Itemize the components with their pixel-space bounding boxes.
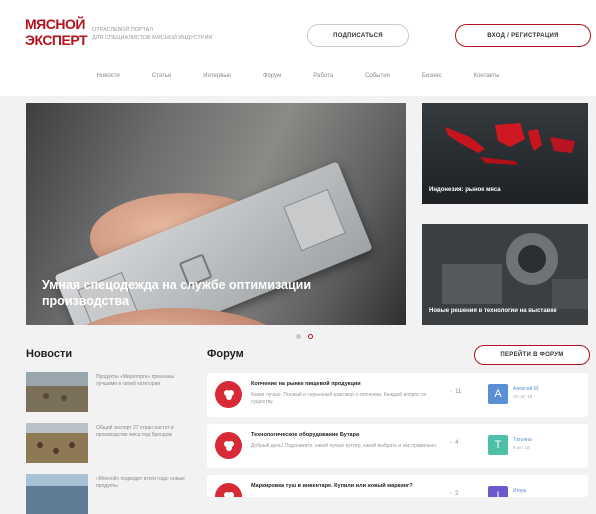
nav-item-articles[interactable]: Статьи xyxy=(136,66,187,86)
news-item-text: Продукты «Мираторга» признаны лучшими в … xyxy=(96,374,175,387)
nav-item-contacts[interactable]: Контакты xyxy=(458,66,516,86)
forum-comment-count: ◦ 11 xyxy=(450,389,461,395)
go-to-forum-button[interactable]: ПЕРЕЙТИ В ФОРУМ xyxy=(474,345,590,365)
comment-icon: ◦ xyxy=(450,389,453,395)
news-item-text: Общий экспорт 27 стран растет в производ… xyxy=(96,425,174,438)
tagline-line-1: ОТРАСЛЕВОЙ ПОРТАЛ xyxy=(92,27,154,33)
forum-topic-title[interactable]: Технологическое оборудование Бутара xyxy=(251,432,441,439)
slider-dot-2[interactable] xyxy=(308,334,313,339)
news-thumb-image xyxy=(26,372,88,412)
post-date: 10 окт 18 xyxy=(513,394,533,399)
news-item[interactable]: Продукты «Мираторга» признаны лучшими в … xyxy=(26,372,196,412)
news-item[interactable]: «Мясной» подводит итоги года: новые прод… xyxy=(26,474,196,514)
author-info: Игорь xyxy=(513,488,526,495)
forum-topic-icon xyxy=(215,483,242,497)
login-button[interactable]: ВХОД / РЕГИСТРАЦИЯ xyxy=(455,24,591,47)
site-tagline: ОТРАСЛЕВОЙ ПОРТАЛ ДЛЯ СПЕЦИАЛИСТОВ МЯСНО… xyxy=(92,26,262,42)
tag-pad-right xyxy=(283,188,346,252)
side-card-caption-2: Новые решения в технологии на выставке xyxy=(429,308,557,314)
go-to-forum-label: ПЕРЕЙТИ В ФОРУМ xyxy=(500,352,564,358)
comment-count-value: 11 xyxy=(455,389,462,395)
slider-dot-1[interactable] xyxy=(296,334,301,339)
subscribe-label: ПОДПИСАТЬСЯ xyxy=(333,32,383,39)
forum-topic-icon xyxy=(215,381,242,408)
author-name[interactable]: Татьяна xyxy=(513,437,532,443)
login-label: ВХОД / РЕГИСТРАЦИЯ xyxy=(487,32,559,39)
post-date: 9 окт 18 xyxy=(513,445,530,450)
logo-line-2: ЭКСПЕРТ xyxy=(25,32,88,48)
nav-item-jobs[interactable]: Работа xyxy=(297,66,349,86)
site-header: МЯСНОЙ ЭКСПЕРТ ОТРАСЛЕВОЙ ПОРТАЛ ДЛЯ СПЕ… xyxy=(0,0,596,96)
nav-item-business[interactable]: Бизнес xyxy=(406,66,458,86)
forum-row[interactable]: Технологическое оборудование Бутара Добр… xyxy=(207,424,588,468)
site-logo[interactable]: МЯСНОЙ ЭКСПЕРТ xyxy=(25,16,88,48)
side-card-indonesia[interactable]: Индонезия: рынок мяса xyxy=(422,103,588,204)
forum-topic-title[interactable]: Маркировка туш в инвентаре. Купили или н… xyxy=(251,483,441,490)
news-thumb-image xyxy=(26,423,88,463)
comment-icon: ◦ xyxy=(450,491,453,497)
author-avatar[interactable]: I xyxy=(488,486,508,497)
nav-item-interviews[interactable]: Интервью xyxy=(187,66,247,86)
forum-topic-title[interactable]: Копчение на рынке пищевой продукции xyxy=(251,381,441,388)
side-card-caption: Индонезия: рынок мяса xyxy=(429,187,501,193)
author-avatar[interactable]: T xyxy=(488,435,508,455)
forum-row[interactable]: Копчение на рынке пищевой продукции Каки… xyxy=(207,373,588,417)
tagline-line-2: ДЛЯ СПЕЦИАЛИСТОВ МЯСНОЙ ИНДУСТРИИ xyxy=(92,35,213,41)
news-section-title: Новости xyxy=(26,348,73,360)
main-slide[interactable]: Умная спецодежда на службе оптимизации п… xyxy=(26,103,406,325)
forum-comment-count: ◦ 2 xyxy=(450,491,458,497)
author-info: Татьяна 9 окт 18 xyxy=(513,437,532,451)
meat-icon xyxy=(223,491,234,497)
forum-topic-desc: Какие лучше. Полный и серьезный разговор… xyxy=(251,392,427,405)
nav-item-forum[interactable]: Форум xyxy=(247,66,297,86)
forum-row[interactable]: Маркировка туш в инвентаре. Купили или н… xyxy=(207,475,588,497)
forum-topic-desc: Добрый день! Подскажите, какой лучше кут… xyxy=(251,443,438,449)
forum-comment-count: ◦ 4 xyxy=(450,440,458,446)
forum-topic-icon xyxy=(215,432,242,459)
indonesia-map-image xyxy=(445,123,575,165)
news-thumb-image xyxy=(26,474,88,514)
logo-line-1: МЯСНОЙ xyxy=(25,16,85,32)
slider-dots xyxy=(296,334,313,339)
subscribe-button[interactable]: ПОДПИСАТЬСЯ xyxy=(307,24,409,47)
main-nav: Новости Статьи Интервью Форум Работа Соб… xyxy=(0,66,596,86)
comment-count-value: 2 xyxy=(455,491,459,497)
meat-icon xyxy=(223,440,234,451)
author-name[interactable]: Алексей М. xyxy=(513,386,539,392)
news-item-text: «Мясной» подводит итоги года: новые прод… xyxy=(96,476,185,489)
comment-count-value: 4 xyxy=(455,440,459,446)
comment-icon: ◦ xyxy=(450,440,453,446)
nav-item-events[interactable]: События xyxy=(349,66,406,86)
side-card-equipment[interactable]: Новые решения в технологии на выставке xyxy=(422,224,588,325)
meat-icon xyxy=(223,389,234,400)
forum-section-title: Форум xyxy=(207,348,244,360)
author-info: Алексей М. 10 окт 18 xyxy=(513,386,539,400)
slide-title[interactable]: Умная спецодежда на службе оптимизации п… xyxy=(42,277,362,309)
news-item[interactable]: Общий экспорт 27 стран растет в производ… xyxy=(26,423,196,463)
nav-item-news[interactable]: Новости xyxy=(81,66,136,86)
author-name[interactable]: Игорь xyxy=(513,488,526,494)
author-avatar[interactable]: A xyxy=(488,384,508,404)
